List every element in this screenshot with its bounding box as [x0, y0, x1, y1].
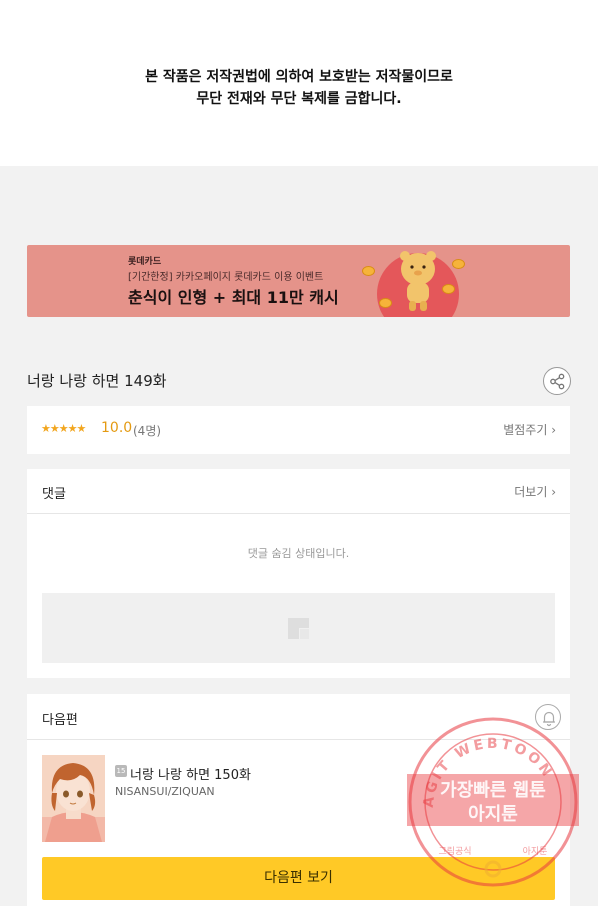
star-rating: ★★★★★	[41, 422, 86, 435]
episode-title: 너랑 나랑 하면 149화	[27, 372, 167, 390]
share-icon	[550, 373, 565, 390]
rating-panel: ★★★★★ 10.0 (4명) 별점주기 ›	[27, 406, 570, 454]
watermark-bottom-left: 그림공식	[438, 845, 471, 857]
coin-icon	[452, 259, 465, 269]
watermark-line-2: 아지툰	[468, 804, 518, 825]
character-icon	[400, 251, 436, 311]
rate-button[interactable]: 별점주기 ›	[503, 421, 556, 438]
age-rating-badge: 15	[115, 765, 127, 777]
watermark-bottom-right: 아지툰	[523, 846, 548, 857]
rating-count: (4명)	[133, 424, 162, 438]
comments-label: 댓글	[42, 487, 66, 502]
banner-subtitle: [기간한정] 카카오페이지 롯데카드 이용 이벤트	[128, 272, 324, 283]
banner-headline: 춘식이 인형 + 최대 11만 캐시	[128, 288, 339, 307]
comments-more-link[interactable]: 더보기 ›	[514, 483, 556, 500]
copyright-notice: 본 작품은 저작권법에 의하여 보호받는 저작물이므로 무단 전재와 무단 복제…	[0, 0, 598, 166]
promo-banner[interactable]: 롯데카드 [기간한정] 카카오페이지 롯데카드 이용 이벤트 춘식이 인형 + …	[27, 245, 570, 317]
share-button[interactable]	[543, 367, 571, 395]
notice-line-1: 본 작품은 저작권법에 의하여 보호받는 저작물이므로	[145, 69, 453, 85]
image-placeholder-icon	[288, 618, 309, 639]
watermark-stamp: AGIT WEBTOON 가장빠른 웹툰 아지툰 그림공식 아지툰	[407, 717, 579, 887]
coin-icon	[442, 284, 455, 294]
comments-panel: 댓글 더보기 › 댓글 숨김 상태입니다.	[27, 469, 570, 678]
character-portrait-icon	[42, 755, 105, 842]
notice-line-2: 무단 전재와 무단 복제를 금합니다.	[196, 91, 402, 107]
next-episode-thumbnail[interactable]	[42, 755, 105, 842]
next-episode-authors: NISANSUI/ZIQUAN	[115, 785, 215, 798]
rating-score: 10.0	[101, 420, 133, 436]
comments-header: 댓글 더보기 ›	[27, 469, 570, 514]
banner-brand: 롯데카드	[128, 257, 162, 267]
coin-icon	[379, 298, 392, 308]
next-episode-title[interactable]: 너랑 나랑 하면 150화	[130, 764, 251, 783]
coin-icon	[362, 266, 375, 276]
comment-placeholder	[42, 593, 555, 663]
next-episode-label: 다음편	[42, 713, 78, 728]
comments-hidden-message: 댓글 숨김 상태입니다.	[247, 547, 350, 560]
watermark-line-1: 가장빠른 웹툰	[440, 780, 546, 801]
